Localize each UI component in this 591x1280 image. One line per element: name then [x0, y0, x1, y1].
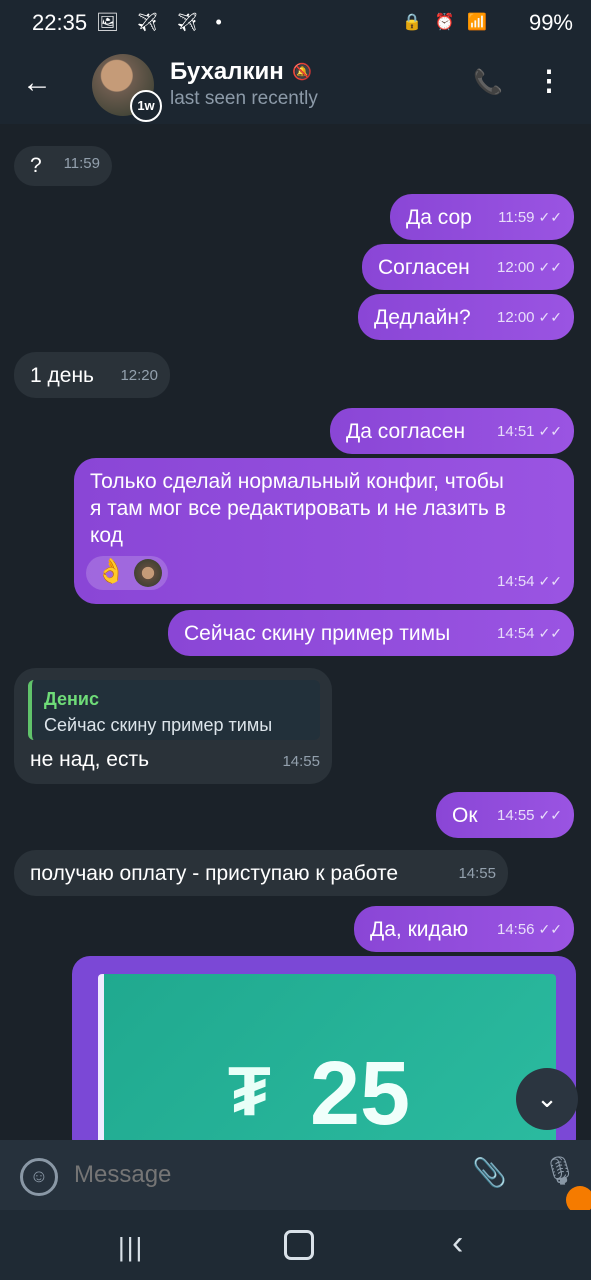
read-checks-icon: ✓✓ [538, 309, 562, 325]
message-text: Ок [452, 804, 478, 827]
message-text: Согласен [378, 256, 470, 279]
message-meta: 14:54 ✓✓ [497, 620, 562, 647]
message-time: 14:51 [496, 423, 535, 440]
home-icon[interactable] [284, 1230, 314, 1260]
system-navigation-bar: ||| ‹ [0, 1210, 591, 1280]
ok-hand-icon: 👌 [96, 558, 126, 585]
emoji-icon[interactable]: ☺ [20, 1158, 58, 1196]
payment-amount: 25 [310, 1044, 411, 1140]
status-bar: 22:35 🖼 ✈ ✈ • 🔒 ⏰ 📶 99% [0, 0, 591, 48]
message-bubble[interactable]: 1 день 12:20 [14, 352, 170, 398]
message-time: 14:55 [458, 865, 496, 882]
muted-icon: 🔕 [292, 64, 312, 81]
message-text: Да сор [406, 206, 472, 229]
message-meta: 11:59 ✓✓ [498, 204, 562, 231]
message-time: 14:54 [496, 625, 535, 642]
scroll-down-button[interactable]: ⌄ [516, 1068, 578, 1130]
quote-author: Денис [44, 689, 100, 709]
media-message[interactable]: ₮ 25 [72, 956, 576, 1140]
phone-icon[interactable]: 📞 [473, 68, 503, 97]
message-composer: ☺ 📎 🎙 [0, 1140, 591, 1210]
message-time: 14:54 [496, 573, 535, 590]
contact-name[interactable]: Бухалкин [170, 58, 284, 86]
message-time: 11:59 [498, 209, 535, 226]
message-text: Сейчас скину пример тимы [184, 622, 451, 645]
message-time: 14:56 [496, 921, 535, 938]
message-text: ? [30, 154, 42, 177]
message-bubble[interactable]: Да согласен 14:51 ✓✓ [330, 408, 574, 454]
message-meta: 14:54 ✓✓ [497, 568, 562, 595]
attach-icon[interactable]: 📎 [472, 1156, 507, 1189]
message-bubble[interactable]: Дедлайн? 12:00 ✓✓ [358, 294, 574, 340]
message-bubble[interactable]: Ок 14:55 ✓✓ [436, 792, 574, 838]
message-meta: 14:51 ✓✓ [497, 418, 562, 445]
message-text: Да согласен [346, 420, 466, 443]
notification-icons: 🖼 ✈ ✈ • [96, 12, 228, 32]
message-time: 11:59 [63, 155, 100, 172]
message-input[interactable] [72, 1160, 406, 1190]
message-bubble[interactable]: Да сор 11:59 ✓✓ [390, 194, 574, 240]
back-arrow-icon[interactable]: ← [22, 66, 52, 100]
message-text: не над, есть [30, 748, 150, 771]
message-time: 12:20 [120, 367, 158, 384]
reply-message-bubble[interactable]: Денис Сейчас скину пример тимы не над, е… [14, 668, 332, 784]
message-bubble[interactable]: Да, кидаю 14:56 ✓✓ [354, 906, 574, 952]
quoted-reply[interactable]: Денис Сейчас скину пример тимы [28, 680, 320, 740]
reactor-avatar [134, 559, 162, 587]
message-list[interactable]: ? 11:59 Да сор 11:59 ✓✓ Согласен 12:00 ✓✓ … [0, 124, 591, 1140]
recent-apps-icon[interactable]: ||| [118, 1232, 144, 1263]
message-text: Дедлайн? [374, 306, 471, 329]
message-bubble[interactable]: Согласен 12:00 ✓✓ [362, 244, 574, 290]
chat-header: ← 1w Бухалкин 🔕 last seen recently 📞 ⋮ [0, 48, 591, 124]
message-time: 14:55 [496, 807, 535, 824]
read-checks-icon: ✓✓ [538, 209, 562, 225]
contact-status: last seen recently [170, 88, 318, 109]
status-time: 22:35 [32, 10, 88, 35]
message-time: 14:55 [282, 753, 320, 770]
microphone-icon[interactable]: 🎙 [542, 1154, 578, 1187]
story-badge: 1w [130, 90, 162, 122]
message-bubble[interactable]: получаю оплату - приступаю к работе 14:5… [14, 850, 508, 896]
system-icons: 🔒 ⏰ 📶 [402, 14, 491, 31]
message-text: Да, кидаю [370, 918, 469, 941]
message-meta: 12:00 ✓✓ [497, 254, 562, 281]
quote-text: Сейчас скину пример тимы [44, 715, 273, 735]
read-checks-icon: ✓✓ [538, 921, 562, 937]
message-time: 12:00 [496, 259, 535, 276]
message-bubble[interactable]: Сейчас скину пример тимы 14:54 ✓✓ [168, 610, 574, 656]
message-bubble[interactable]: ? 11:59 [14, 146, 112, 186]
message-meta: 14:56 ✓✓ [497, 916, 562, 943]
message-meta: 14:55 ✓✓ [497, 802, 562, 829]
message-time: 12:00 [496, 309, 535, 326]
read-checks-icon: ✓✓ [538, 807, 562, 823]
message-text: Только сделай нормальный конфиг, чтобы я… [90, 470, 506, 547]
message-meta: 12:00 ✓✓ [497, 304, 562, 331]
battery-level: 99% [528, 10, 573, 35]
read-checks-icon: ✓✓ [538, 625, 562, 641]
read-checks-icon: ✓✓ [538, 259, 562, 275]
back-nav-icon[interactable]: ‹ [452, 1224, 463, 1263]
message-bubble[interactable]: Только сделай нормальный конфиг, чтобы я… [74, 458, 574, 604]
tether-icon: ₮ [228, 1052, 271, 1130]
read-checks-icon: ✓✓ [538, 573, 562, 589]
read-checks-icon: ✓✓ [538, 423, 562, 439]
message-text: 1 день [30, 364, 94, 387]
payment-card-image: ₮ 25 [98, 974, 556, 1140]
message-text: получаю оплату - приступаю к работе [30, 862, 399, 885]
reaction-bar[interactable]: 👌 [86, 556, 168, 590]
more-menu-icon[interactable]: ⋮ [535, 64, 563, 97]
